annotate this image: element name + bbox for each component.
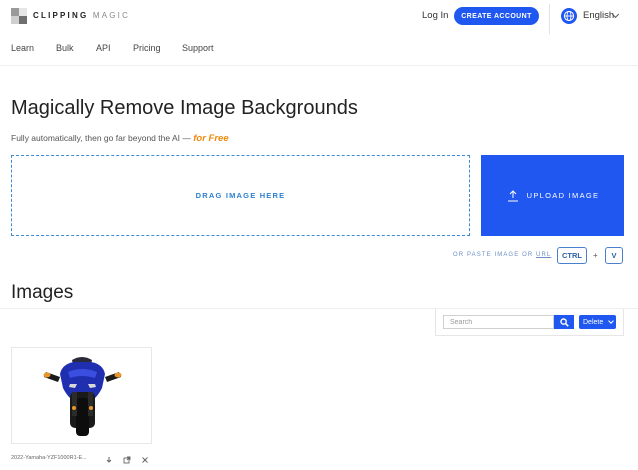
ctrl-key: CTRL: [557, 247, 587, 264]
brand-name[interactable]: CLIPPING MAGIC: [33, 11, 130, 20]
globe-icon[interactable]: [561, 8, 577, 24]
header-divider: [549, 4, 550, 34]
search-input[interactable]: [443, 315, 554, 329]
motorcycle-thumbnail: [43, 357, 122, 436]
nav-item-api[interactable]: API: [96, 43, 111, 53]
search-icon: [559, 317, 569, 327]
create-account-button[interactable]: CREATE ACCOUNT: [454, 7, 539, 25]
paste-hint: OR PASTE IMAGE OR URL: [453, 252, 551, 258]
page-subtitle: Fully automatically, then go far beyond …: [11, 133, 229, 144]
open-external-icon[interactable]: [122, 452, 132, 464]
page-title: Magically Remove Image Backgrounds: [11, 97, 358, 119]
subtitle-highlight: for Free: [193, 133, 229, 144]
delete-dropdown-button[interactable]: Delete: [579, 315, 616, 329]
image-filename: 2022-Yamaha-YZF1000R1-E...: [11, 455, 87, 461]
brand-bold: CLIPPING: [33, 11, 89, 20]
logo-icon[interactable]: [11, 8, 27, 24]
search-button[interactable]: [554, 315, 574, 329]
paste-url-link[interactable]: URL: [536, 252, 551, 258]
close-icon[interactable]: [140, 452, 150, 463]
images-heading: Images: [11, 282, 74, 303]
delete-label: Delete: [583, 318, 604, 326]
subtitle-text: Fully automatically, then go far beyond …: [11, 133, 191, 143]
nav-item-support[interactable]: Support: [182, 43, 214, 53]
brand-light: MAGIC: [92, 11, 131, 20]
paste-text: OR PASTE IMAGE OR: [453, 252, 534, 258]
v-key: V: [605, 247, 623, 264]
upload-icon: [507, 189, 518, 201]
drag-label: DRAG IMAGE HERE: [195, 191, 286, 200]
nav-divider: [0, 65, 638, 66]
upload-label: UPLOAD IMAGE: [526, 191, 600, 200]
key-plus: +: [593, 251, 598, 260]
drag-drop-zone[interactable]: DRAG IMAGE HERE: [11, 155, 470, 236]
nav-item-learn[interactable]: Learn: [11, 43, 34, 53]
nav-item-bulk[interactable]: Bulk: [56, 43, 74, 53]
chevron-down-icon: [608, 318, 615, 324]
login-link[interactable]: Log In: [422, 10, 448, 21]
language-selector[interactable]: English: [583, 10, 614, 21]
nav-item-pricing[interactable]: Pricing: [133, 43, 161, 53]
download-icon[interactable]: [104, 452, 114, 463]
image-card[interactable]: [11, 347, 152, 444]
upload-image-button[interactable]: UPLOAD IMAGE: [481, 155, 624, 236]
main-nav: Learn Bulk API Pricing Support: [0, 43, 638, 55]
